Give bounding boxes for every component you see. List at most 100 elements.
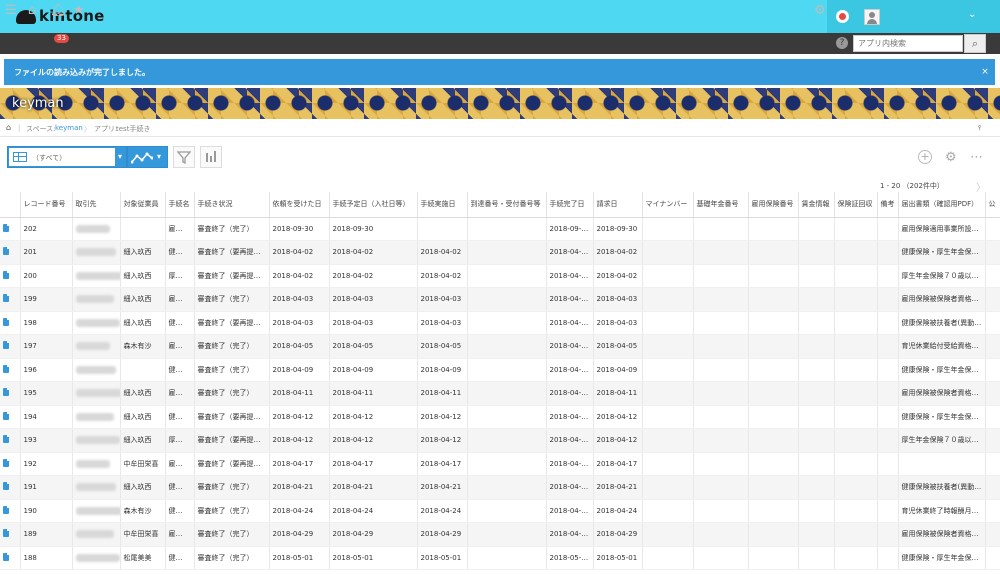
- menu-icon[interactable]: ☰: [5, 3, 17, 18]
- table-row[interactable]: 195 細入玖西 雇… 審査終了（完了） 2018-04-11 2018-04-11 201…: [0, 381, 1000, 406]
- column-header[interactable]: 到達番号・受付番号等: [467, 192, 547, 218]
- bar-chart-icon: [206, 151, 216, 162]
- app-search-input[interactable]: [853, 35, 963, 52]
- record-detail-cell[interactable]: [0, 311, 21, 335]
- table-cell: [467, 358, 547, 382]
- table-cell: 199: [20, 287, 73, 312]
- record-detail-cell[interactable]: [0, 546, 21, 570]
- gear-icon[interactable]: ⚙: [814, 3, 826, 18]
- table-row[interactable]: 192 中牟田栄喜 雇… 審査終了（要再提出） 2018-04-17 2018-04-17…: [0, 452, 1000, 476]
- record-detail-cell[interactable]: [0, 475, 21, 500]
- table-row[interactable]: 201 細入玖西 健… 審査終了（要再提出） 2018-04-02 2018-04-02 2…: [0, 240, 1000, 265]
- chart-button[interactable]: [200, 146, 222, 168]
- record-detail-cell[interactable]: [0, 381, 21, 406]
- help-icon[interactable]: ?: [836, 37, 848, 49]
- filter-button[interactable]: [173, 146, 195, 168]
- column-header[interactable]: 備考: [877, 192, 899, 218]
- column-header[interactable]: 請求日: [593, 192, 643, 218]
- breadcrumb-space-link[interactable]: keyman: [55, 124, 83, 132]
- record-detail-icon[interactable]: [3, 388, 9, 397]
- table-row[interactable]: 197 森木有沙 雇… 審査終了（完了） 2018-04-05 2018-04-05 201…: [0, 334, 1000, 359]
- table-row[interactable]: 202 雇… 審査終了（完了） 2018-09-30 2018-09-30 2018-09…: [0, 217, 1000, 241]
- bell-icon[interactable]: 🔔︎: [50, 3, 67, 18]
- record-detail-icon[interactable]: [3, 270, 9, 279]
- record-detail-icon[interactable]: [3, 552, 9, 561]
- record-detail-icon[interactable]: [3, 435, 9, 444]
- table-cell: 雇用保険被保険者資格…: [898, 287, 986, 312]
- table-row[interactable]: 199 細入玖西 雇… 審査終了（完了） 2018-04-03 2018-04-03 201…: [0, 287, 1000, 312]
- record-detail-cell[interactable]: [0, 428, 21, 453]
- record-detail-icon[interactable]: [3, 294, 9, 303]
- record-detail-cell[interactable]: [0, 405, 21, 429]
- more-options-icon[interactable]: ⋯: [970, 150, 983, 165]
- table-cell: 細入玖西: [120, 240, 166, 265]
- table-cell: [693, 546, 749, 570]
- record-detail-icon[interactable]: [3, 505, 9, 514]
- record-detail-icon[interactable]: [3, 364, 9, 373]
- view-select-field[interactable]: （すべて）: [9, 148, 115, 166]
- table-row[interactable]: 200 細入玖西 厚… 審査終了（要再提出） 2018-04-02 2018-04-02 2…: [0, 264, 1000, 288]
- record-detail-icon[interactable]: [3, 482, 9, 491]
- user-menu-chevron-icon[interactable]: ⌄: [968, 9, 976, 20]
- pin-icon[interactable]: ⫯: [978, 124, 981, 133]
- column-header[interactable]: 雇用保険番号: [748, 192, 799, 218]
- table-row[interactable]: 191 細入玖西 健… 審査終了（完了） 2018-04-21 2018-04-21 201…: [0, 475, 1000, 500]
- table-cell: [642, 475, 694, 500]
- record-detail-icon[interactable]: [3, 317, 9, 326]
- table-cell: [985, 334, 1000, 359]
- record-detail-cell[interactable]: [0, 264, 21, 288]
- column-header[interactable]: 公: [985, 192, 1000, 218]
- column-header[interactable]: マイナンバー: [642, 192, 694, 218]
- record-detail-cell[interactable]: [0, 287, 21, 312]
- user-avatar-icon[interactable]: [864, 9, 880, 25]
- breadcrumb-home-icon[interactable]: ⌂: [6, 123, 11, 132]
- column-header[interactable]: レコード番号: [20, 192, 73, 218]
- column-header[interactable]: [0, 192, 21, 218]
- notification-status-icon[interactable]: [836, 10, 849, 23]
- table-row[interactable]: 198 細入玖西 健… 審査終了（要再提出） 2018-04-03 2018-04-03 2…: [0, 311, 1000, 335]
- record-detail-cell[interactable]: [0, 334, 21, 359]
- column-header[interactable]: 基礎年金番号: [693, 192, 749, 218]
- add-record-icon[interactable]: +: [918, 150, 932, 164]
- record-detail-cell[interactable]: [0, 217, 21, 241]
- record-detail-icon[interactable]: [3, 223, 9, 232]
- column-header[interactable]: 手続名: [165, 192, 195, 218]
- home-icon[interactable]: ⌂: [28, 3, 36, 18]
- table-row[interactable]: 188 松尾美美 健… 審査終了（完了） 2018-05-01 2018-05-01 201…: [0, 546, 1000, 570]
- table-row[interactable]: 189 中牟田栄喜 雇… 審査終了（完了） 2018-04-29 2018-04-29 20…: [0, 522, 1000, 547]
- column-header[interactable]: 手続き状況: [194, 192, 270, 218]
- record-detail-icon[interactable]: [3, 247, 9, 256]
- table-row[interactable]: 193 細入玖西 厚… 審査終了（要再提出） 2018-04-12 2018-04-12 2…: [0, 428, 1000, 453]
- table-cell: 2018-04-29: [546, 522, 594, 547]
- close-icon[interactable]: ×: [979, 66, 991, 78]
- table-row[interactable]: 190 森木有沙 健… 審査終了（完了） 2018-04-24 2018-04-24 201…: [0, 499, 1000, 523]
- column-header[interactable]: 届出書類（確認用PDF）: [898, 192, 986, 218]
- column-header[interactable]: 対象従業員: [120, 192, 166, 218]
- breadcrumb-separator: 〉: [84, 125, 91, 133]
- column-header[interactable]: 手続実施日: [417, 192, 468, 218]
- record-detail-icon[interactable]: [3, 529, 9, 538]
- record-detail-cell[interactable]: [0, 358, 21, 382]
- view-select-dropdown[interactable]: （すべて） ▾: [7, 146, 127, 168]
- column-header[interactable]: 保険証回収: [834, 192, 878, 218]
- column-header[interactable]: 賃金情報: [798, 192, 835, 218]
- column-header[interactable]: 依頼を受けた日: [269, 192, 330, 218]
- column-header[interactable]: 手続完了日: [546, 192, 594, 218]
- settings-gear-icon[interactable]: ⚙: [945, 150, 957, 165]
- graph-menu-button[interactable]: ▾: [127, 146, 168, 168]
- column-header[interactable]: 取引先: [72, 192, 121, 218]
- table-row[interactable]: 194 細入玖西 健… 審査終了（要再提出） 2018-04-12 2018-04-12 2…: [0, 405, 1000, 429]
- table-row[interactable]: 196 健… 審査終了（完了） 2018-04-09 2018-04-09 2018-04…: [0, 358, 1000, 382]
- record-detail-cell[interactable]: [0, 522, 21, 547]
- record-detail-cell[interactable]: [0, 240, 21, 265]
- record-detail-icon[interactable]: [3, 458, 9, 467]
- record-detail-cell[interactable]: [0, 499, 21, 523]
- star-icon[interactable]: ★: [73, 3, 85, 18]
- record-detail-icon[interactable]: [3, 411, 9, 420]
- record-detail-cell[interactable]: [0, 452, 21, 476]
- search-icon[interactable]: ⌕: [964, 34, 986, 53]
- record-detail-icon[interactable]: [3, 341, 9, 350]
- column-header[interactable]: 手続予定日（入社日等）: [329, 192, 418, 218]
- table-cell: [798, 264, 835, 288]
- table-cell: [834, 334, 878, 359]
